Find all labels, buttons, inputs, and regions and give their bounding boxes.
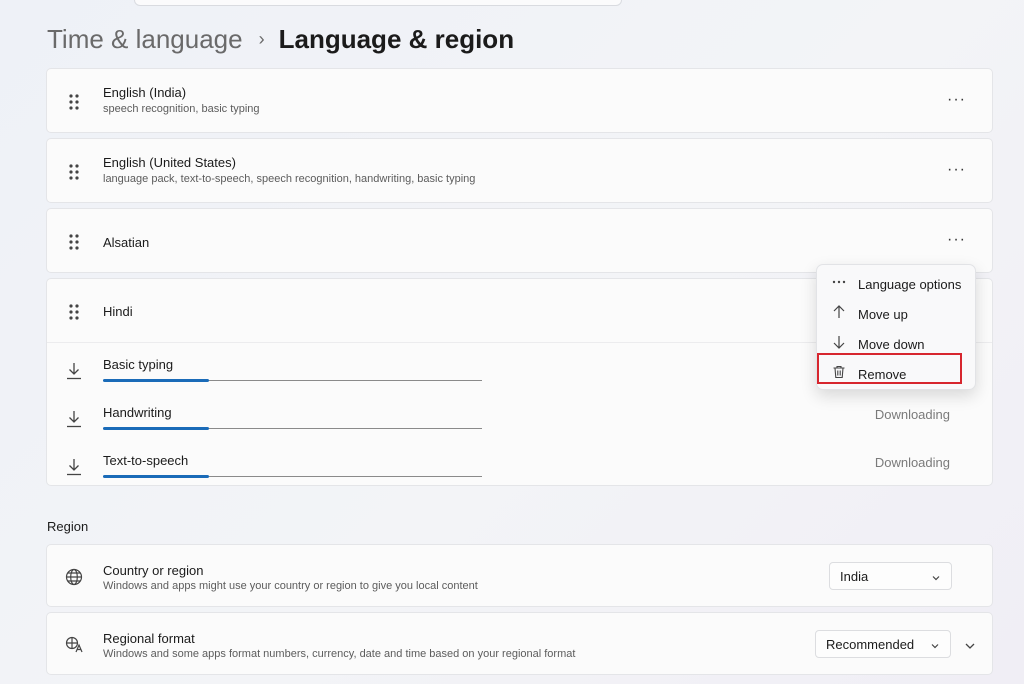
language-features: language pack, text-to-speech, speech re… — [103, 173, 476, 185]
language-name: Hindi — [103, 304, 133, 319]
setting-title: Regional format — [103, 631, 195, 646]
breadcrumb-chevron-icon: › — [258, 28, 265, 49]
menu-item-label: Move up — [858, 307, 908, 322]
download-row-handwriting: Handwriting Downloading — [47, 401, 992, 449]
download-row-text-to-speech: Text-to-speech Downloading — [47, 449, 992, 497]
breadcrumb-parent[interactable]: Time & language — [47, 24, 243, 55]
setting-title: Country or region — [103, 563, 204, 578]
globe-icon — [65, 568, 83, 586]
menu-item-label: Move down — [858, 337, 925, 352]
menu-item-language-options[interactable]: Language options — [817, 269, 975, 297]
region-section-label: Region — [47, 519, 89, 534]
download-progress-fill — [103, 379, 210, 382]
download-status: Downloading — [874, 455, 950, 470]
download-progress-bar — [103, 475, 482, 478]
more-options-icon[interactable]: ··· — [947, 92, 966, 108]
more-icon — [831, 274, 847, 290]
download-progress-bar — [103, 427, 482, 430]
chevron-down-icon — [931, 571, 941, 586]
country-region-setting: Country or region Windows and apps might… — [46, 544, 993, 607]
download-status: Downloading — [874, 407, 950, 422]
page-title: Language & region — [278, 23, 515, 54]
download-label: Text-to-speech — [103, 453, 189, 468]
regional-format-setting[interactable]: Regional format Windows and some apps fo… — [46, 612, 993, 675]
download-progress-fill — [103, 427, 210, 430]
arrow-up-icon — [831, 304, 847, 320]
setting-subtitle: Windows and some apps format numbers, cu… — [103, 648, 576, 660]
search-box[interactable] — [134, 0, 622, 6]
drag-handle-icon[interactable] — [67, 163, 81, 181]
drag-handle-icon[interactable] — [67, 93, 81, 111]
language-item-english-india[interactable]: English (India) speech recognition, basi… — [46, 68, 993, 133]
language-name: English (United States) — [103, 155, 236, 170]
breadcrumb: Time & language › Language & region — [47, 22, 514, 56]
menu-item-label: Language options — [858, 277, 962, 292]
expand-chevron-icon[interactable] — [964, 639, 976, 651]
more-options-icon[interactable]: ··· — [947, 232, 966, 248]
setting-subtitle: Windows and apps might use your country … — [103, 580, 478, 592]
regional-format-select[interactable]: Recommended — [815, 630, 951, 658]
remove-highlight-box — [817, 353, 962, 384]
select-value: India — [840, 569, 869, 584]
select-value: Recommended — [826, 637, 915, 652]
country-select[interactable]: India — [829, 562, 952, 590]
language-features: speech recognition, basic typing — [103, 103, 260, 115]
download-icon — [65, 409, 83, 429]
download-progress-fill — [103, 475, 210, 478]
download-label: Handwriting — [103, 405, 172, 420]
download-label: Basic typing — [103, 357, 174, 372]
menu-item-move-up[interactable]: Move up — [817, 299, 975, 327]
language-item-english-us[interactable]: English (United States) language pack, t… — [46, 138, 993, 203]
download-progress-bar — [103, 379, 482, 382]
chevron-down-icon — [930, 639, 940, 654]
drag-handle-icon[interactable] — [67, 233, 81, 251]
download-icon — [65, 457, 83, 477]
regional-format-icon — [65, 636, 83, 654]
more-options-icon[interactable]: ··· — [947, 162, 966, 178]
download-icon — [65, 361, 83, 381]
language-name: English (India) — [103, 85, 187, 100]
language-name: Alsatian — [103, 235, 150, 250]
arrow-down-icon — [831, 334, 847, 350]
drag-handle-icon[interactable] — [67, 303, 81, 321]
